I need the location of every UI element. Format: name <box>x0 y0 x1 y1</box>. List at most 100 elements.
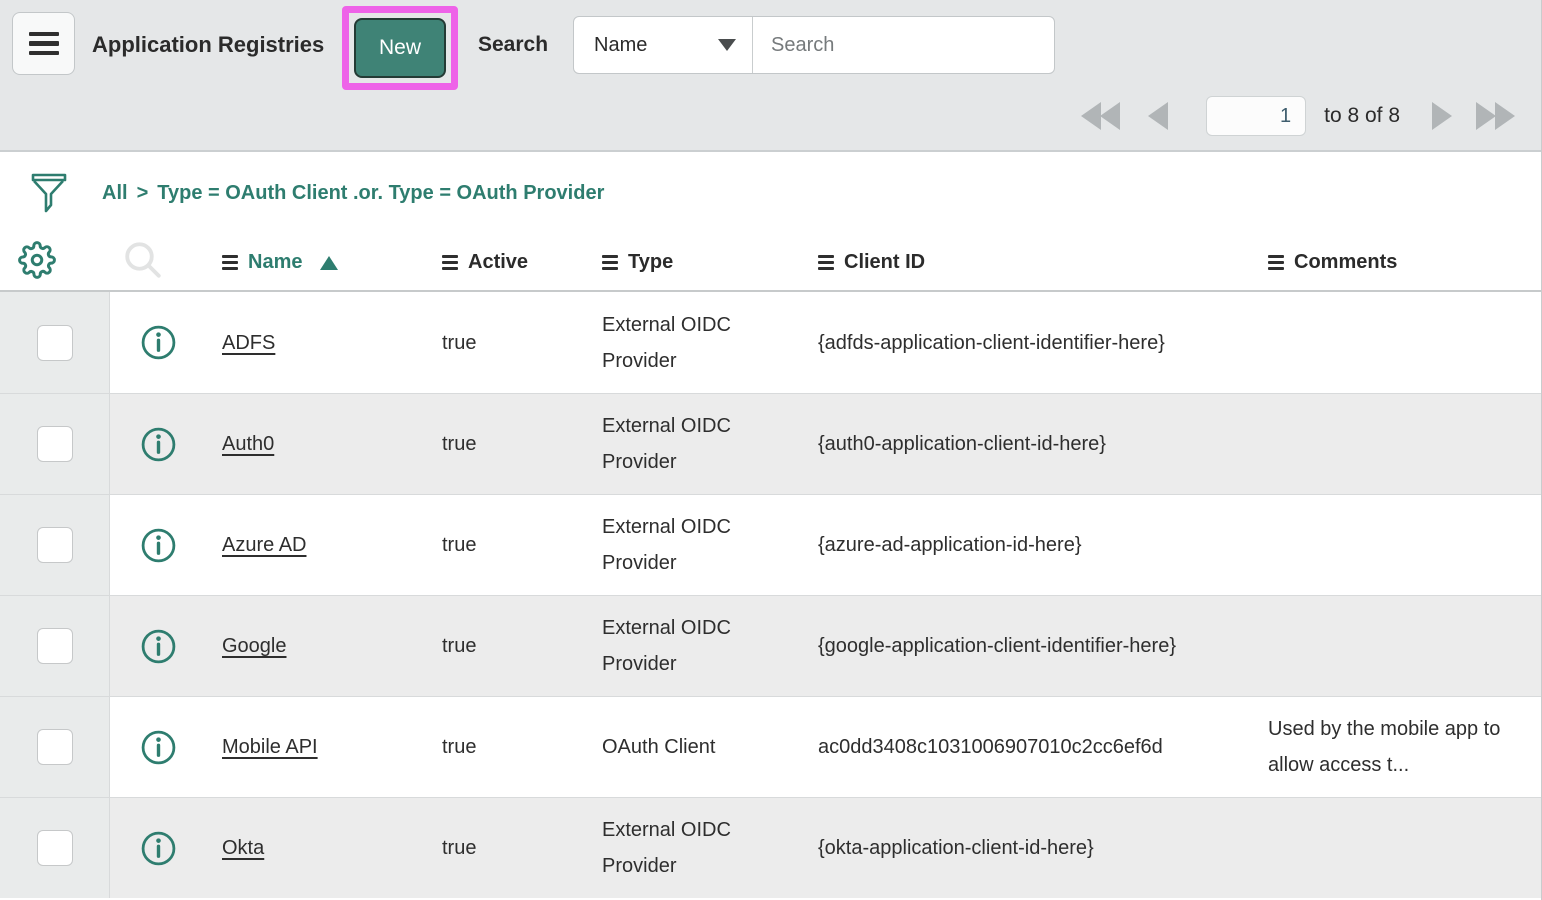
page-number-input[interactable] <box>1206 96 1306 136</box>
row-checkbox[interactable] <box>37 527 73 563</box>
active-cell: true <box>442 527 602 563</box>
chevron-down-icon <box>718 39 736 51</box>
list-title-bar: Application Registries New Search Name t… <box>0 0 1541 152</box>
funnel-icon[interactable] <box>30 171 68 217</box>
new-button[interactable]: New <box>354 18 446 78</box>
column-header-type[interactable]: Type <box>602 251 818 274</box>
table-row: ADFS true External OIDC Provider {adfds-… <box>0 292 1541 393</box>
list-body: ADFS true External OIDC Provider {adfds-… <box>0 292 1541 898</box>
row-info-cell <box>110 527 222 564</box>
next-page-button[interactable] <box>1432 102 1452 130</box>
hamburger-icon <box>602 255 618 270</box>
column-header-name[interactable]: Name <box>222 251 442 274</box>
row-checkbox[interactable] <box>37 729 73 765</box>
name-cell: ADFS <box>222 325 442 361</box>
last-page-button[interactable] <box>1476 102 1515 130</box>
row-select-cell <box>0 292 110 393</box>
row-info-cell <box>110 628 222 665</box>
type-cell: External OIDC Provider <box>602 307 818 379</box>
breadcrumb: All > Type = OAuth Client .or. Type = OA… <box>102 182 604 205</box>
application-registries-screen: Application Registries New Search Name t… <box>0 0 1542 900</box>
search-icon[interactable] <box>122 239 164 281</box>
client-id-cell: {okta-application-client-id-here} <box>818 830 1268 866</box>
info-icon[interactable] <box>140 324 177 361</box>
search-input[interactable] <box>753 17 1054 73</box>
name-cell: Azure AD <box>222 527 442 563</box>
type-cell: External OIDC Provider <box>602 610 818 682</box>
active-cell: true <box>442 830 602 866</box>
info-icon[interactable] <box>140 527 177 564</box>
gear-icon[interactable] <box>18 241 56 279</box>
client-id-cell: {adfds-application-client-identifier-her… <box>818 325 1268 361</box>
type-cell: External OIDC Provider <box>602 408 818 480</box>
row-checkbox[interactable] <box>37 628 73 664</box>
left-arrow-icon <box>1148 102 1168 130</box>
filter-row: All > Type = OAuth Client .or. Type = OA… <box>0 152 1541 235</box>
active-cell: true <box>442 426 602 462</box>
row-info-cell <box>110 426 222 463</box>
row-select-cell <box>0 596 110 696</box>
first-page-button[interactable] <box>1081 102 1120 130</box>
breadcrumb-all-link[interactable]: All <box>102 182 128 205</box>
info-icon[interactable] <box>140 830 177 867</box>
name-cell: Google <box>222 628 442 664</box>
record-link[interactable]: Mobile API <box>222 736 318 758</box>
table-row: Auth0 true External OIDC Provider {auth0… <box>0 393 1541 494</box>
table-row: Mobile API true OAuth Client ac0dd3408c1… <box>0 696 1541 797</box>
page-title: Application Registries <box>92 32 324 58</box>
annotation-new-button-highlight: New <box>342 6 458 90</box>
record-link[interactable]: Azure AD <box>222 534 306 556</box>
active-cell: true <box>442 628 602 664</box>
list-column-header-row: Name Active Type Client ID Comments <box>0 235 1541 292</box>
column-header-active[interactable]: Active <box>442 251 602 274</box>
row-info-cell <box>110 830 222 867</box>
active-cell: true <box>442 729 602 765</box>
row-checkbox[interactable] <box>37 426 73 462</box>
client-id-cell: ac0dd3408c1031006907010c2cc6ef6d <box>818 729 1268 765</box>
double-left-arrow-icon <box>1081 102 1120 130</box>
info-icon[interactable] <box>140 426 177 463</box>
record-link[interactable]: Google <box>222 635 287 657</box>
pagination-range-text: to 8 of 8 <box>1324 104 1400 128</box>
pagination: to 8 of 8 <box>1081 94 1515 138</box>
list-context-menu-button[interactable] <box>12 12 75 75</box>
hamburger-icon <box>442 255 458 270</box>
search-field-selected: Name <box>594 34 647 57</box>
record-link[interactable]: Auth0 <box>222 433 274 455</box>
right-arrow-icon <box>1432 102 1452 130</box>
sort-ascending-icon <box>320 256 338 270</box>
row-select-cell <box>0 394 110 494</box>
info-icon[interactable] <box>140 729 177 766</box>
column-header-client-id[interactable]: Client ID <box>818 251 1268 274</box>
name-cell: Mobile API <box>222 729 442 765</box>
hamburger-icon <box>1268 255 1284 270</box>
table-row: Okta true External OIDC Provider {okta-a… <box>0 797 1541 898</box>
name-cell: Okta <box>222 830 442 866</box>
table-row: Google true External OIDC Provider {goog… <box>0 595 1541 696</box>
hamburger-icon <box>29 32 59 37</box>
type-cell: External OIDC Provider <box>602 812 818 884</box>
client-id-cell: {google-application-client-identifier-he… <box>818 628 1268 664</box>
row-checkbox[interactable] <box>37 325 73 361</box>
comments-cell: Used by the mobile app to allow access t… <box>1268 711 1541 783</box>
previous-page-button[interactable] <box>1148 102 1168 130</box>
info-icon[interactable] <box>140 628 177 665</box>
row-info-cell <box>110 729 222 766</box>
breadcrumb-condition-link[interactable]: Type = OAuth Client .or. Type = OAuth Pr… <box>157 182 604 205</box>
row-select-cell <box>0 495 110 595</box>
row-info-cell <box>110 324 222 361</box>
name-cell: Auth0 <box>222 426 442 462</box>
record-link[interactable]: ADFS <box>222 332 275 354</box>
search-label: Search <box>478 33 548 57</box>
row-checkbox[interactable] <box>37 830 73 866</box>
table-row: Azure AD true External OIDC Provider {az… <box>0 494 1541 595</box>
column-header-comments[interactable]: Comments <box>1268 251 1541 274</box>
row-select-cell <box>0 798 110 898</box>
record-link[interactable]: Okta <box>222 837 264 859</box>
hamburger-icon <box>222 255 238 270</box>
row-select-cell <box>0 697 110 797</box>
list-search-combo: Name <box>573 16 1055 74</box>
search-field-dropdown[interactable]: Name <box>574 17 753 73</box>
type-cell: OAuth Client <box>602 729 818 765</box>
active-cell: true <box>442 325 602 361</box>
